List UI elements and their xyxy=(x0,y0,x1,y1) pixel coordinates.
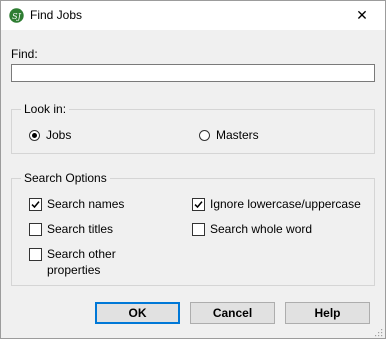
window-title: Find Jobs xyxy=(30,8,83,22)
check-ignore-case[interactable]: Ignore lowercase/uppercase xyxy=(192,197,361,214)
check-search-names[interactable]: Search names xyxy=(29,197,124,214)
find-jobs-dialog: SJ Find Jobs ✕ Find: Look in: Jobs Maste… xyxy=(0,0,386,339)
check-ignore-case-label: Ignore lowercase/uppercase xyxy=(210,197,361,211)
check-search-other-properties-label: Search other properties xyxy=(47,247,116,277)
cancel-button[interactable]: Cancel xyxy=(190,302,275,324)
look-in-legend: Look in: xyxy=(21,102,70,116)
check-search-whole-word-label: Search whole word xyxy=(210,222,313,236)
help-button[interactable]: Help xyxy=(285,302,370,324)
checkmark-icon xyxy=(31,201,40,209)
check-search-names-box[interactable] xyxy=(29,198,42,211)
check-search-names-label: Search names xyxy=(47,197,125,211)
radio-jobs-indicator[interactable] xyxy=(29,129,40,141)
checkmark-icon xyxy=(194,201,203,209)
radio-jobs[interactable]: Jobs xyxy=(29,128,71,142)
radio-masters[interactable]: Masters xyxy=(199,128,259,142)
look-in-group: Look in: Jobs Masters xyxy=(11,102,375,154)
close-button[interactable]: ✕ xyxy=(339,1,385,30)
search-options-group: Search Options Search names Search title… xyxy=(11,171,375,286)
check-search-whole-word[interactable]: Search whole word xyxy=(192,222,312,239)
find-input[interactable] xyxy=(11,64,375,82)
app-logo-icon: SJ xyxy=(9,8,24,23)
radio-masters-indicator[interactable] xyxy=(199,129,210,141)
check-search-titles-label: Search titles xyxy=(47,222,114,236)
check-search-titles[interactable]: Search titles xyxy=(29,222,113,239)
close-icon: ✕ xyxy=(356,7,368,24)
radio-masters-label: Masters xyxy=(216,128,259,142)
dialog-body: Find: Look in: Jobs Masters Search Optio… xyxy=(1,30,385,338)
resize-grip-icon[interactable] xyxy=(373,326,383,337)
title-bar[interactable]: SJ Find Jobs ✕ xyxy=(1,1,385,30)
check-ignore-case-box[interactable] xyxy=(192,198,205,211)
check-search-titles-box[interactable] xyxy=(29,223,42,236)
find-label: Find: xyxy=(11,47,38,61)
check-search-whole-word-box[interactable] xyxy=(192,223,205,236)
check-search-other-properties-box[interactable] xyxy=(29,248,42,261)
radio-jobs-label: Jobs xyxy=(46,128,72,142)
search-options-legend: Search Options xyxy=(21,171,110,185)
ok-button[interactable]: OK xyxy=(95,302,180,324)
check-search-other-properties[interactable]: Search other properties xyxy=(29,247,149,278)
app-logo-letters: SJ xyxy=(12,12,21,21)
